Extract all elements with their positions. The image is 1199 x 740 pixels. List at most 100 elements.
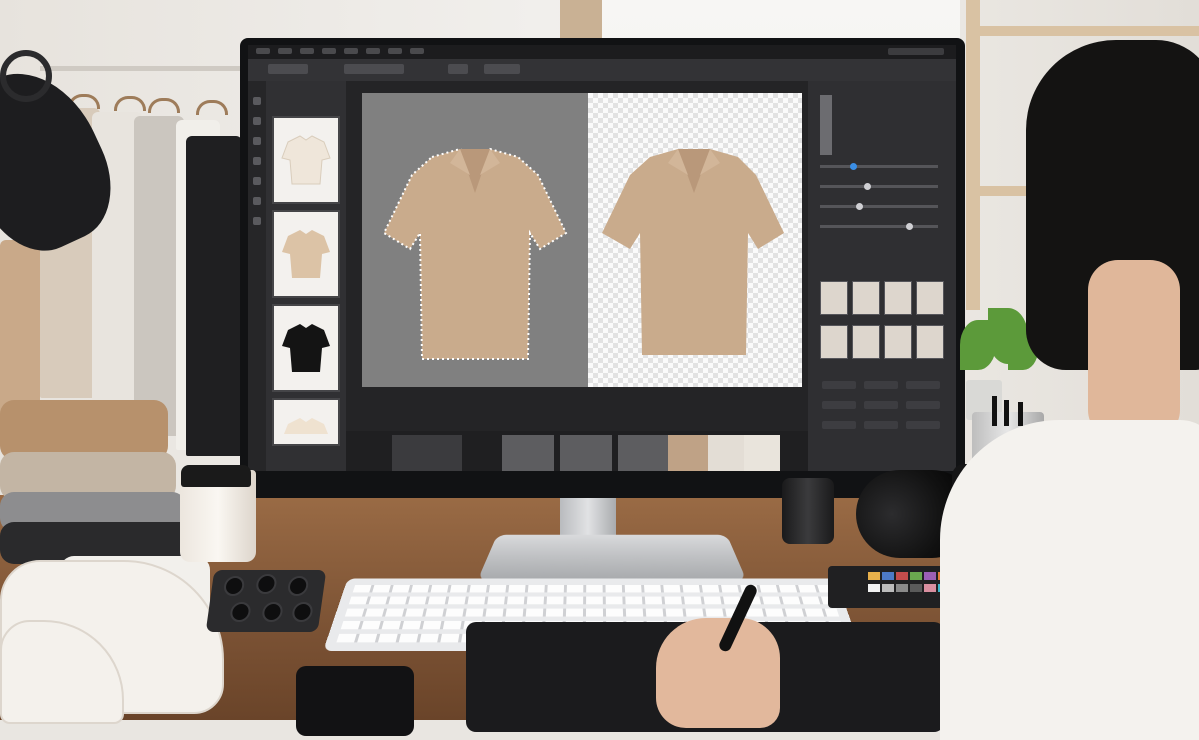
filmstrip-beige-polo[interactable] xyxy=(502,435,554,471)
properties-panel xyxy=(808,81,956,471)
property-field[interactable] xyxy=(822,421,856,429)
shirt-icon xyxy=(281,135,331,185)
menu-item[interactable] xyxy=(256,48,270,54)
property-field[interactable] xyxy=(864,421,898,429)
color-patch xyxy=(910,572,922,580)
window-frame xyxy=(560,0,602,40)
slider-knob[interactable] xyxy=(906,223,913,230)
filmstrip-beige-polo[interactable] xyxy=(618,435,670,471)
color-patch xyxy=(882,584,894,592)
color-patch xyxy=(924,572,936,580)
person-hand xyxy=(656,618,780,728)
menu-item[interactable] xyxy=(322,48,336,54)
color-patch xyxy=(896,584,908,592)
control-pad xyxy=(205,570,327,632)
swatch[interactable] xyxy=(884,325,912,359)
filmstrip-folded-stack[interactable] xyxy=(744,435,780,471)
person-shirt xyxy=(940,420,1199,740)
menu-item[interactable] xyxy=(366,48,380,54)
clothing-rail xyxy=(40,66,240,71)
menu-item[interactable] xyxy=(278,48,292,54)
swatch[interactable] xyxy=(916,281,944,315)
adjustment-slider[interactable] xyxy=(820,223,938,230)
color-patch xyxy=(868,584,880,592)
option-control[interactable] xyxy=(344,64,404,74)
thumbnail-panel xyxy=(266,81,346,471)
property-field[interactable] xyxy=(906,381,940,389)
color-patch xyxy=(896,572,908,580)
layer-preview xyxy=(820,95,832,155)
move-tool-icon[interactable] xyxy=(253,97,261,105)
swatch[interactable] xyxy=(916,325,944,359)
app-menu-bar xyxy=(248,45,956,59)
eraser-tool-icon[interactable] xyxy=(253,177,261,185)
adjustment-slider[interactable] xyxy=(820,203,938,210)
menu-item[interactable] xyxy=(344,48,358,54)
swatch[interactable] xyxy=(820,281,848,315)
key-row xyxy=(344,608,840,617)
key-row xyxy=(352,584,832,593)
brush-tool-icon[interactable] xyxy=(253,157,261,165)
lamp-hinge xyxy=(0,50,52,102)
property-field[interactable] xyxy=(906,421,940,429)
adjustment-slider[interactable] xyxy=(820,163,938,170)
shirt-icon xyxy=(282,230,330,278)
property-field[interactable] xyxy=(822,401,856,409)
pen xyxy=(1018,402,1023,426)
select-tool-icon[interactable] xyxy=(253,117,261,125)
option-control[interactable] xyxy=(268,64,308,74)
filmstrip-beige-polo[interactable] xyxy=(560,435,612,471)
original-canvas[interactable] xyxy=(362,93,588,387)
knob xyxy=(229,602,252,622)
filmstrip-black-polo[interactable] xyxy=(392,435,462,471)
canvas-area xyxy=(346,81,808,431)
transparent-canvas[interactable] xyxy=(588,93,802,387)
filmstrip-folded-stack[interactable] xyxy=(668,435,708,471)
swatch[interactable] xyxy=(820,325,848,359)
thumbnail-cream-polo[interactable] xyxy=(272,116,340,204)
menu-item[interactable] xyxy=(300,48,314,54)
swatch[interactable] xyxy=(852,281,880,315)
property-field[interactable] xyxy=(864,401,898,409)
zoom-tool-icon[interactable] xyxy=(253,217,261,225)
key-row xyxy=(348,596,836,605)
knob xyxy=(222,576,246,596)
window-controls[interactable] xyxy=(888,48,944,55)
tool-bar xyxy=(248,81,266,471)
knob xyxy=(286,576,310,596)
menu-item[interactable] xyxy=(410,48,424,54)
property-field[interactable] xyxy=(822,381,856,389)
option-control[interactable] xyxy=(448,64,468,74)
crop-tool-icon[interactable] xyxy=(253,197,261,205)
slider-knob[interactable] xyxy=(864,183,871,190)
wood-shelf-board xyxy=(966,26,1199,36)
options-bar xyxy=(248,59,956,81)
property-field[interactable] xyxy=(864,381,898,389)
lasso-tool-icon[interactable] xyxy=(253,137,261,145)
filmstrip-folded-stack[interactable] xyxy=(708,435,744,471)
monitor-stand-base xyxy=(477,534,747,581)
wood-shelf-post xyxy=(966,0,980,310)
polo-shirt-cutout xyxy=(602,149,784,355)
property-field[interactable] xyxy=(906,401,940,409)
slider-knob[interactable] xyxy=(850,163,857,170)
shirt-icon xyxy=(284,418,328,434)
knob xyxy=(261,602,284,622)
hanging-garment xyxy=(186,136,242,456)
swatch[interactable] xyxy=(884,281,912,315)
color-patch xyxy=(882,572,894,580)
thumbnail-beige-polo[interactable] xyxy=(272,210,340,298)
person-neck xyxy=(1088,260,1180,440)
option-control[interactable] xyxy=(484,64,520,74)
knob xyxy=(254,574,278,594)
thumbnail-light-item[interactable] xyxy=(272,398,340,446)
color-patch xyxy=(924,584,936,592)
monitor-screen xyxy=(248,45,956,471)
swatch[interactable] xyxy=(852,325,880,359)
speaker xyxy=(782,478,834,544)
menu-item[interactable] xyxy=(388,48,402,54)
thumbnail-black-polo[interactable] xyxy=(272,304,340,392)
pen xyxy=(1004,400,1009,426)
adjustment-slider[interactable] xyxy=(820,183,938,190)
slider-knob[interactable] xyxy=(856,203,863,210)
